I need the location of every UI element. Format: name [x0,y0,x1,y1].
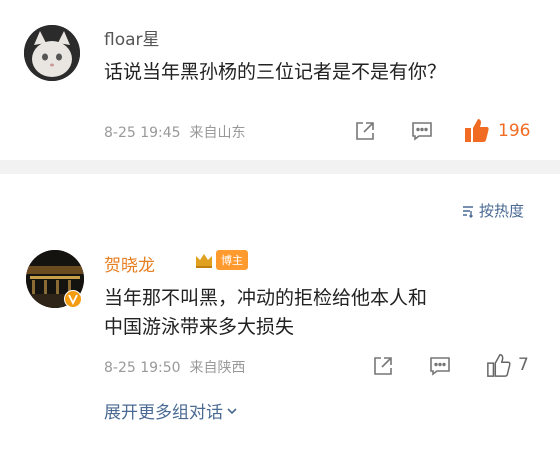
comment-icon[interactable] [411,120,433,146]
sort-by-hot-button[interactable]: 按热度 [461,200,524,221]
comment-date: 8-25 19:50 [104,360,181,376]
like-icon-active[interactable] [463,116,491,148]
comment-location: 来自陕西 [189,360,246,376]
crown-icon [196,254,212,268]
expand-conversation-link[interactable]: 展开更多组对话 [104,398,239,423]
like-count: 196 [498,121,531,141]
avatar[interactable] [24,25,80,81]
sort-label: 按热度 [478,202,524,220]
comment-location: 来自山东 [189,125,246,141]
comment-date: 8-25 19:45 [104,125,181,141]
comment-text: 话说当年黑孙杨的三位记者是不是有你？ [104,61,447,83]
comment-meta: 8-25 19:50 来自陕西 [104,357,245,377]
like-icon[interactable] [486,352,512,382]
username[interactable]: floar星 [104,25,160,50]
sort-icon [462,205,473,218]
username[interactable]: 贺晓龙 [104,251,155,276]
like-count: 7 [518,355,529,375]
verified-icon [64,290,82,312]
comment-meta: 8-25 19:45 来自山东 [104,122,245,142]
chevron-down-icon [227,407,237,414]
badge-label: 博主 [216,250,248,270]
share-icon[interactable] [354,120,376,146]
section-divider [0,160,560,174]
comment-text: 当年那不叫黑，冲动的拒检给他本人和中国游泳带来多大损失 [104,287,428,338]
share-icon[interactable] [372,355,394,381]
expand-label: 展开更多组对话 [104,403,223,423]
comment-icon[interactable] [429,355,451,381]
blogger-badge: 博主 [194,250,248,270]
